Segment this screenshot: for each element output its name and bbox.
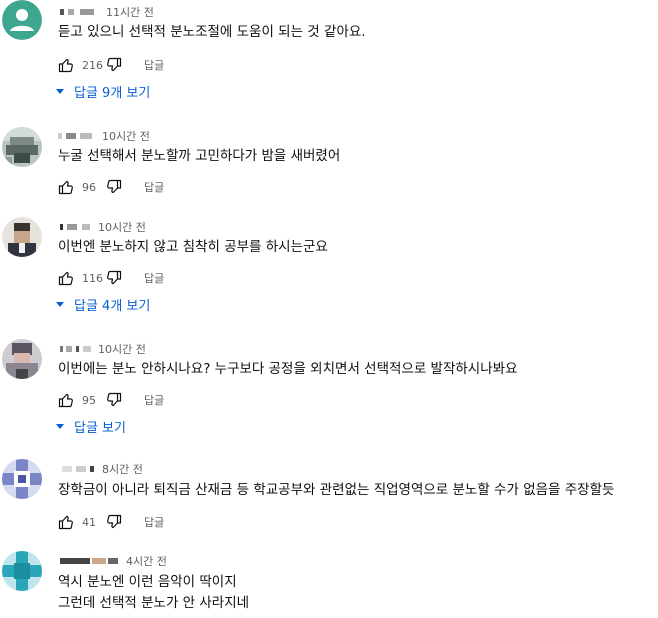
like-count: 96 bbox=[82, 180, 96, 194]
avatar[interactable] bbox=[2, 127, 42, 167]
comment-text: 듣고 있으니 선택적 분노조절에 도움이 되는 것 같아요. bbox=[58, 24, 366, 40]
comment-timestamp[interactable]: 11시간 전 bbox=[106, 4, 154, 20]
dislike-icon[interactable] bbox=[106, 270, 122, 286]
reply-button[interactable]: 답글 bbox=[144, 392, 164, 408]
reply-button[interactable]: 답글 bbox=[144, 179, 164, 195]
view-replies-button[interactable]: 답글 9개 보기 bbox=[52, 82, 151, 101]
view-replies-label: 답글 4개 보기 bbox=[74, 298, 151, 314]
comment-actions: 116 답글 bbox=[58, 270, 164, 286]
author-name-redacted[interactable] bbox=[58, 344, 94, 354]
avatar[interactable] bbox=[2, 339, 42, 379]
comment-text: 역시 분노엔 이런 음악이 딱이지 그런데 선택적 분노가 안 사라지네 bbox=[58, 574, 250, 611]
avatar[interactable] bbox=[2, 459, 42, 499]
comment-header: 11시간 전 bbox=[58, 3, 154, 21]
comment-timestamp[interactable]: 10시간 전 bbox=[98, 341, 146, 357]
reply-button[interactable]: 답글 bbox=[144, 514, 164, 530]
comment-text: 이번엔 분노하지 않고 침착히 공부를 하시는군요 bbox=[58, 239, 328, 255]
dislike-icon[interactable] bbox=[106, 514, 122, 530]
author-name-redacted[interactable] bbox=[58, 556, 122, 566]
author-name-redacted[interactable] bbox=[58, 222, 94, 232]
comment-timestamp[interactable]: 10시간 전 bbox=[98, 219, 146, 235]
like-count: 116 bbox=[82, 271, 103, 285]
view-replies-label: 답글 9개 보기 bbox=[74, 85, 151, 101]
caret-down-icon bbox=[56, 88, 64, 94]
like-icon[interactable] bbox=[58, 514, 74, 530]
avatar[interactable] bbox=[2, 217, 42, 257]
comment-header: 4시간 전 bbox=[58, 552, 167, 570]
comment-actions: 95 답글 bbox=[58, 392, 164, 408]
user-avatar-image bbox=[2, 217, 42, 257]
like-count: 216 bbox=[82, 58, 103, 72]
comment-text: 장학금이 아니라 퇴직금 산재금 등 학교공부와 관련없는 직업영역으로 분노할… bbox=[58, 482, 615, 498]
comment-actions: 96 답글 bbox=[58, 179, 164, 195]
view-replies-label: 답글 보기 bbox=[74, 420, 126, 436]
reply-button[interactable]: 답글 bbox=[144, 57, 164, 73]
comment-header: 8시간 전 bbox=[58, 460, 143, 478]
caret-down-icon bbox=[56, 301, 64, 307]
like-icon[interactable] bbox=[58, 57, 74, 73]
comment-header: 10시간 전 bbox=[58, 218, 146, 236]
default-person-icon bbox=[2, 0, 42, 40]
like-count: 41 bbox=[82, 515, 96, 529]
comment-header: 10시간 전 bbox=[58, 340, 146, 358]
dislike-icon[interactable] bbox=[106, 392, 122, 408]
caret-down-icon bbox=[56, 423, 64, 429]
dislike-icon[interactable] bbox=[106, 57, 122, 73]
author-name-redacted[interactable] bbox=[58, 131, 98, 141]
like-icon[interactable] bbox=[58, 392, 74, 408]
like-icon[interactable] bbox=[58, 270, 74, 286]
reply-button[interactable]: 답글 bbox=[144, 270, 164, 286]
comment-text: 이번에는 분노 안하시나요? 누구보다 공정을 외치면서 선택적으로 발작하시나… bbox=[58, 361, 518, 377]
author-name-redacted[interactable] bbox=[58, 7, 102, 17]
avatar[interactable] bbox=[2, 551, 42, 591]
comment-timestamp[interactable]: 8시간 전 bbox=[102, 461, 143, 477]
comment-timestamp[interactable]: 10시간 전 bbox=[102, 128, 150, 144]
dislike-icon[interactable] bbox=[106, 179, 122, 195]
user-avatar-image bbox=[2, 127, 42, 167]
user-avatar-image bbox=[2, 339, 42, 379]
comment-actions: 41 답글 bbox=[58, 514, 164, 530]
user-avatar-image bbox=[2, 459, 42, 499]
author-name-redacted[interactable] bbox=[58, 464, 98, 474]
view-replies-button[interactable]: 답글 4개 보기 bbox=[52, 295, 151, 314]
like-count: 95 bbox=[82, 393, 96, 407]
comment-header: 10시간 전 bbox=[58, 127, 150, 145]
comment-actions: 216 답글 bbox=[58, 57, 164, 73]
view-replies-button[interactable]: 답글 보기 bbox=[52, 417, 126, 436]
like-icon[interactable] bbox=[58, 179, 74, 195]
comment-text: 누굴 선택해서 분노할까 고민하다가 밤을 새버렸어 bbox=[58, 148, 341, 164]
avatar[interactable] bbox=[2, 0, 42, 40]
user-avatar-image bbox=[2, 551, 42, 591]
comment-timestamp[interactable]: 4시간 전 bbox=[126, 553, 167, 569]
